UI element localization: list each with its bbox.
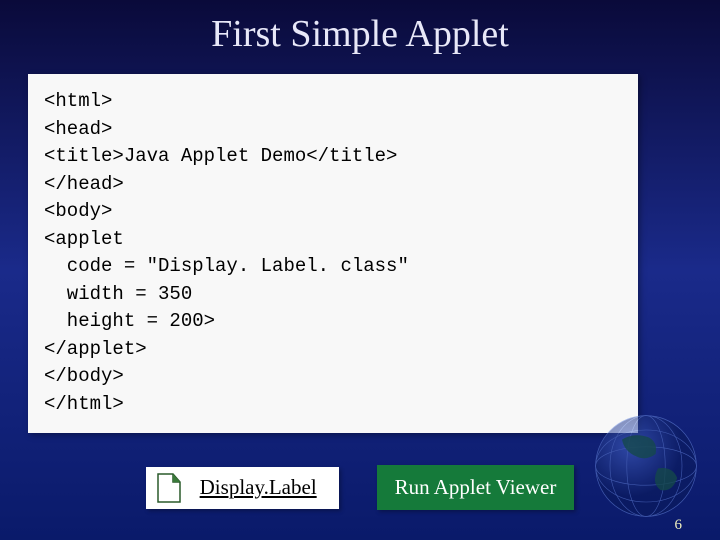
run-applet-viewer-button[interactable]: Run Applet Viewer [377,465,575,510]
file-link[interactable]: Display.Label [146,467,339,509]
file-icon [156,473,182,503]
bottom-row: Display.Label Run Applet Viewer [0,465,720,510]
page-number: 6 [675,517,683,534]
slide-title: First Simple Applet [0,0,720,56]
code-block: <html> <head> <title>Java Applet Demo</t… [28,74,638,433]
file-link-label: Display.Label [200,475,317,500]
code-text: <html> <head> <title>Java Applet Demo</t… [44,88,622,419]
